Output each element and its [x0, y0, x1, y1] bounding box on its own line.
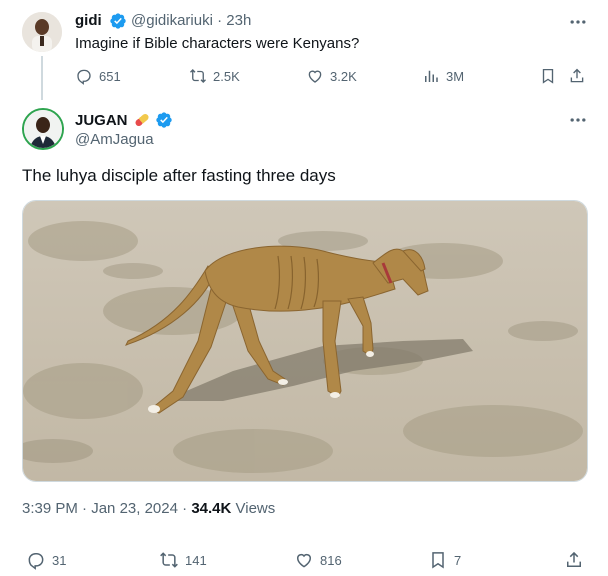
dog-photo-illustration — [23, 201, 587, 481]
share-icon — [567, 551, 581, 567]
views-button[interactable]: 3M — [422, 64, 464, 88]
parent-tweet[interactable]: gidi @gidikariuki · 23h Imagine if Bible… — [0, 0, 608, 100]
views-label: Views — [235, 500, 276, 517]
author-handle[interactable]: @AmJagua — [75, 131, 154, 148]
avatar-gidi[interactable] — [22, 12, 62, 52]
bookmark-count: 7 — [454, 552, 462, 568]
author-handle[interactable]: @gidikariuki — [131, 12, 213, 29]
verified-badge-icon — [110, 13, 126, 29]
more-options-icon[interactable] — [568, 12, 588, 32]
bookmark-button[interactable] — [539, 64, 563, 88]
parent-action-bar: 651 2.5K 3.2K 3M — [75, 64, 590, 88]
tweet-meta: 3:39 PM · Jan 23, 2024 · 34.4K Views — [22, 500, 275, 517]
like-icon — [308, 70, 322, 83]
tweet-date[interactable]: Jan 23, 2024 — [91, 500, 178, 517]
like-icon — [297, 553, 311, 568]
like-count: 816 — [320, 552, 342, 568]
verified-badge-icon — [155, 112, 172, 128]
meta-separator: · — [82, 500, 88, 517]
tweet-time[interactable]: 23h — [226, 12, 251, 29]
repost-icon — [160, 552, 178, 568]
views-icon — [425, 70, 438, 82]
repost-icon — [190, 69, 206, 83]
meta-dot: · — [182, 500, 188, 517]
share-button[interactable] — [568, 64, 592, 88]
like-button[interactable]: 3.2K — [306, 64, 357, 88]
tweet-text: The luhya disciple after fasting three d… — [22, 166, 336, 185]
repost-button[interactable]: 141 — [159, 548, 207, 572]
time-separator: · — [217, 12, 223, 29]
views-total: 34.4K — [191, 500, 232, 517]
more-options-icon[interactable] — [568, 110, 588, 130]
main-author[interactable]: JUGAN — [75, 110, 173, 130]
pill-emoji-icon — [134, 113, 149, 127]
main-tweet[interactable]: JUGAN @AmJagua The luhya disciple after … — [0, 100, 608, 576]
bookmark-icon — [432, 552, 444, 569]
reply-count: 31 — [52, 552, 67, 568]
author-name[interactable]: JUGAN — [75, 112, 128, 129]
bookmark-icon — [542, 68, 554, 84]
author-name[interactable]: gidi — [75, 12, 102, 29]
tweet-text: Imagine if Bible characters were Kenyans… — [75, 35, 360, 52]
reply-icon — [77, 69, 91, 85]
repost-count: 141 — [185, 552, 207, 568]
reply-button[interactable]: 651 — [75, 64, 121, 88]
share-icon — [570, 68, 584, 83]
like-count: 3.2K — [330, 68, 357, 84]
tweet-media-photo[interactable] — [22, 200, 588, 482]
reply-button[interactable]: 31 — [26, 548, 66, 572]
reply-count: 651 — [99, 68, 121, 84]
parent-tweet-header: gidi @gidikariuki · 23h — [75, 12, 251, 32]
avatar-jugan[interactable] — [22, 108, 64, 150]
thread-line — [41, 56, 43, 100]
bookmark-button[interactable]: 7 — [428, 548, 461, 572]
like-button[interactable]: 816 — [294, 548, 342, 572]
tweet-time[interactable]: 3:39 PM — [22, 500, 78, 517]
views-count: 3M — [446, 68, 465, 84]
share-button[interactable] — [564, 548, 590, 572]
repost-count: 2.5K — [213, 68, 240, 84]
reply-icon — [28, 553, 44, 570]
repost-button[interactable]: 2.5K — [189, 64, 240, 88]
main-action-bar: 31 141 816 7 — [22, 548, 588, 572]
